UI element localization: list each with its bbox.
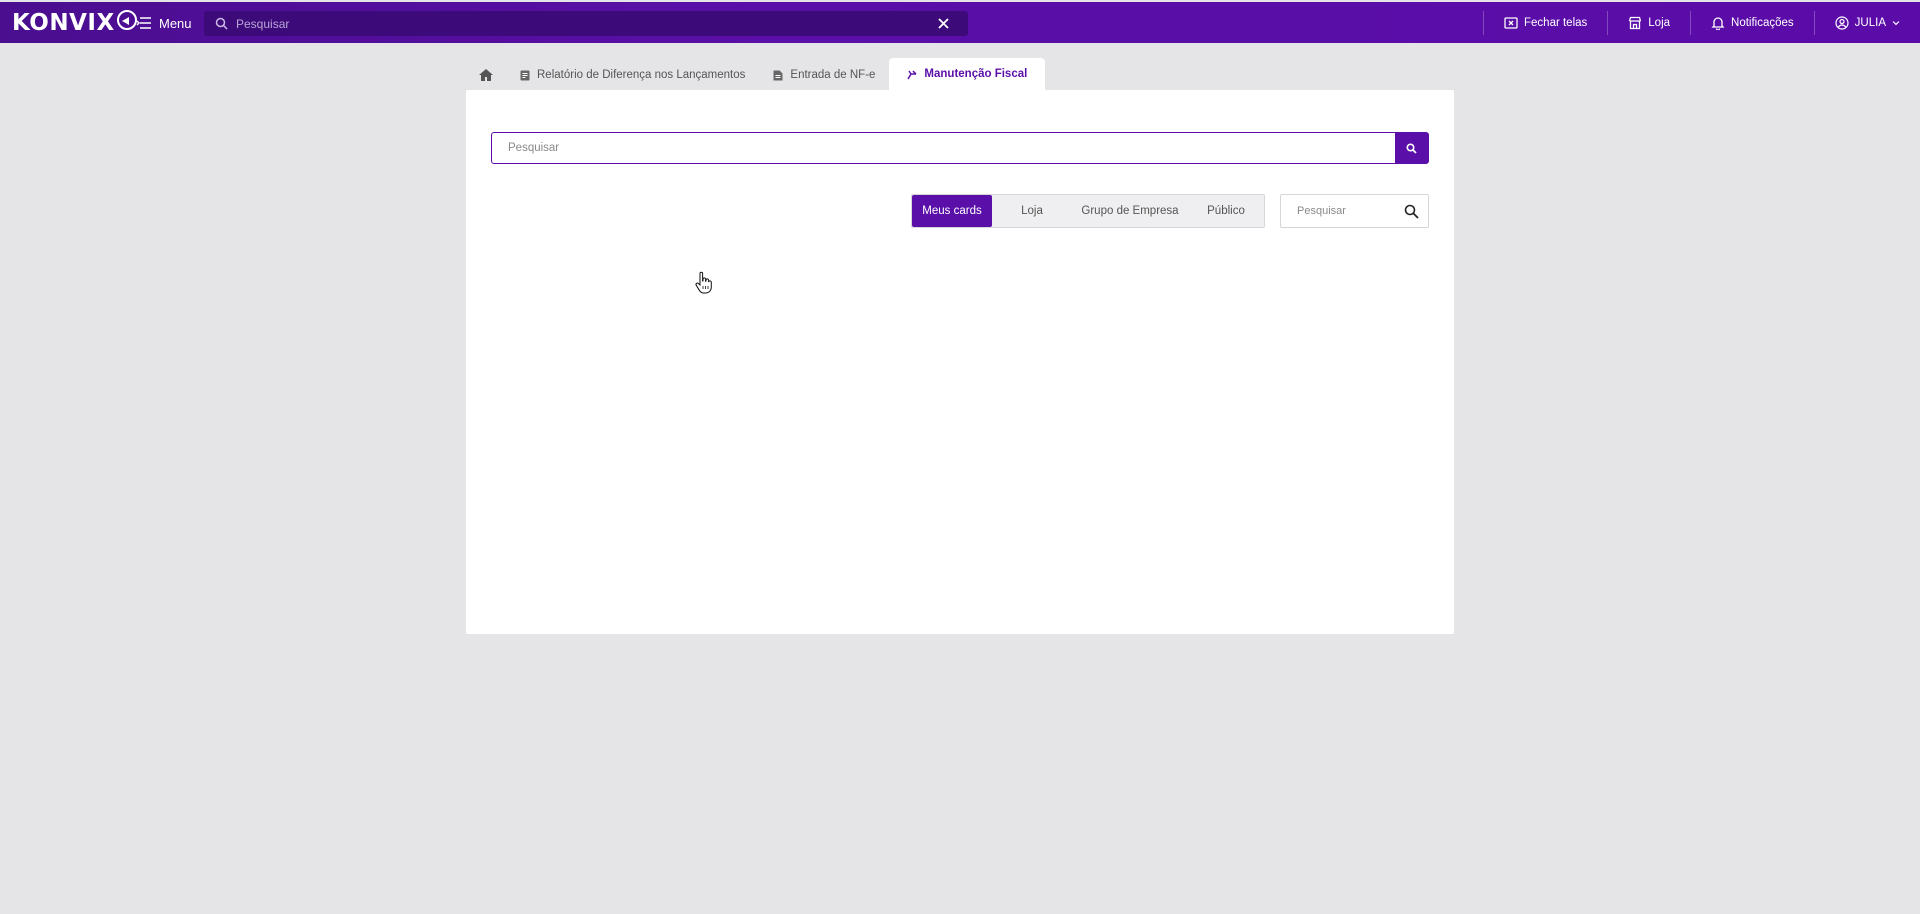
global-search — [204, 11, 968, 36]
store-button[interactable]: Loja — [1607, 10, 1690, 35]
filter-grupo-empresa[interactable]: Grupo de Empresa — [1072, 195, 1188, 227]
hand-cursor-icon — [695, 271, 712, 294]
top-right-actions: Fechar telas Loja Notificações JULIA — [1483, 2, 1920, 43]
store-label: Loja — [1648, 16, 1671, 29]
tab-label: Relatório de Diferença nos Lançamentos — [537, 69, 746, 81]
tab-manutencao-fiscal[interactable]: Manutenção Fiscal — [889, 58, 1046, 90]
store-icon — [1629, 16, 1642, 29]
screen-tabs: Relatório de Diferença nos Lançamentos E… — [466, 58, 1046, 90]
card-search-input[interactable] — [1281, 205, 1401, 217]
user-name: JULIA — [1854, 16, 1886, 29]
search-icon — [1406, 142, 1417, 154]
menu-icon — [136, 17, 151, 29]
main-panel: Meus cards Loja Grupo de Empresa Público — [466, 90, 1454, 634]
chevron-down-icon — [1892, 20, 1900, 25]
card-search — [1280, 194, 1429, 228]
tab-home[interactable] — [466, 60, 506, 90]
close-screens-label: Fechar telas — [1524, 16, 1588, 29]
user-menu[interactable]: JULIA — [1813, 10, 1920, 35]
close-icon[interactable] — [937, 17, 950, 30]
search-icon — [215, 17, 228, 30]
tab-label: Manutenção Fiscal — [924, 68, 1028, 80]
main-search — [491, 132, 1429, 164]
home-icon — [479, 69, 493, 81]
user-icon — [1835, 15, 1849, 30]
filter-loja[interactable]: Loja — [992, 195, 1072, 227]
card-scope-filter: Meus cards Loja Grupo de Empresa Público — [911, 194, 1265, 228]
top-bar: KONVIX Menu Fechar telas — [0, 2, 1920, 43]
notifications-label: Notificações — [1731, 16, 1794, 29]
close-screens-button[interactable]: Fechar telas — [1483, 10, 1607, 35]
tab-relatorio-diferenca[interactable]: Relatório de Diferença nos Lançamentos — [506, 60, 759, 90]
search-icon[interactable] — [1404, 204, 1419, 219]
file-icon — [773, 70, 783, 80]
konvix-logo[interactable]: KONVIX — [12, 10, 137, 36]
logo-text: KONVIX — [12, 10, 115, 36]
main-search-input[interactable] — [492, 133, 1395, 163]
filter-meus-cards[interactable]: Meus cards — [912, 195, 992, 227]
tab-label: Entrada de NF-e — [790, 69, 876, 81]
close-window-icon — [1504, 16, 1518, 29]
menu-label: Menu — [159, 15, 192, 31]
filter-publico[interactable]: Público — [1188, 195, 1264, 227]
global-search-input[interactable] — [236, 11, 916, 36]
bell-icon — [1711, 16, 1725, 30]
document-icon — [520, 70, 530, 80]
fiscal-icon — [907, 69, 917, 79]
tab-entrada-nfe[interactable]: Entrada de NF-e — [759, 60, 889, 90]
menu-button[interactable]: Menu — [136, 13, 192, 33]
search-button[interactable] — [1395, 133, 1428, 163]
logo-mark-icon — [116, 10, 137, 30]
notifications-button[interactable]: Notificações — [1690, 10, 1814, 35]
